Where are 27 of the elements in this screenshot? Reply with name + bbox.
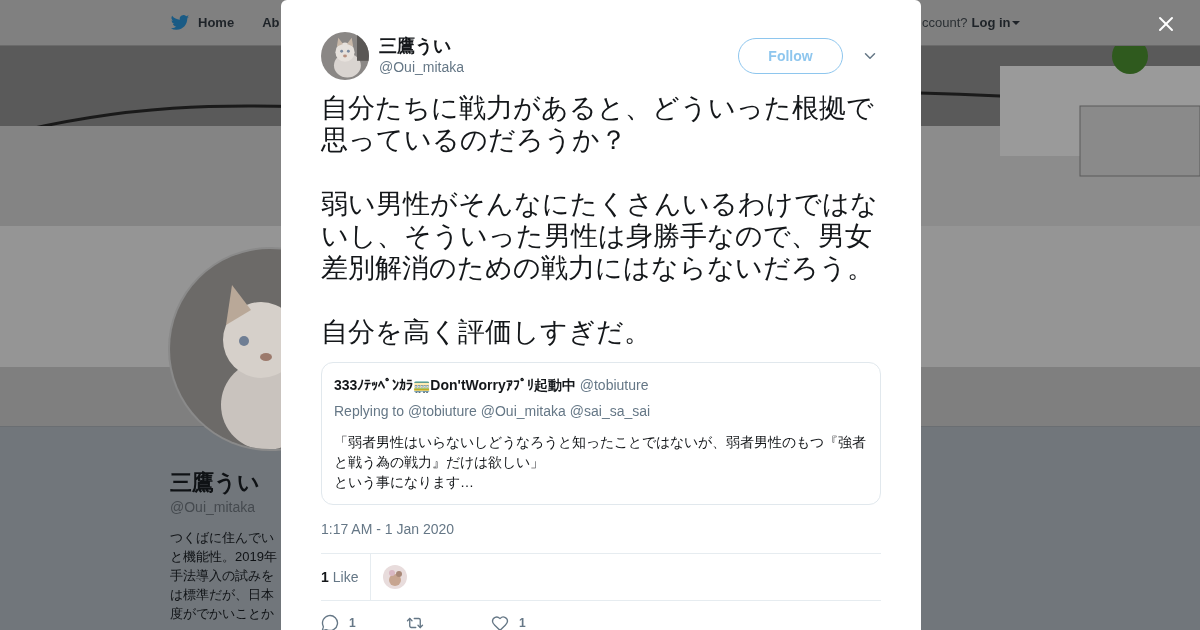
timestamp: 1:17 AM - 1 Jan 2020 (321, 520, 455, 539)
bio-line: 手法導入の試みを (170, 567, 274, 585)
bio-line: は標準だが、日本 (170, 586, 274, 604)
replying-label: Replying to (334, 402, 405, 421)
heart-icon[interactable] (491, 614, 509, 630)
bird-icon (170, 12, 190, 33)
caret-icon (1011, 20, 1020, 25)
mention-link[interactable]: @Oui_mitaka (480, 401, 566, 422)
quoted-author-name: 333ﾉﾃｯﾍﾟﾝｶﾗ🚃Don'tWorryｱﾌﾟﾘ起動中 (334, 376, 576, 395)
quoted-text: という事になります… (334, 473, 475, 492)
mention-link[interactable]: @sai_sa_sai (569, 401, 651, 422)
bio-line: と機能性。2019年 (170, 548, 277, 566)
action-count: 1 (519, 615, 526, 630)
bio-line: つくばに住んでい (170, 529, 274, 547)
quoted-text: 「弱者男性はいらないしどうなろうと知ったことではないが、弱者男性のもつ『強者と戦う為の戦力』だけは欲しい」 (334, 433, 867, 472)
quoted-author-handle: @tobiuture (579, 376, 649, 395)
like-label: Like (332, 567, 359, 587)
nav-link[interactable]: Home (170, 12, 235, 33)
action-count: 1 (349, 615, 356, 630)
nav-link[interactable]: Ab (262, 12, 280, 33)
profile-name: 三鷹うい (170, 469, 260, 497)
like-count: 1 (321, 567, 329, 587)
mention-link[interactable]: @tobiuture (408, 401, 477, 422)
bio-line: 度がでかいことか (170, 605, 274, 623)
login-link[interactable]: Log in (971, 12, 1020, 33)
reply-icon[interactable] (321, 614, 339, 630)
account-prompt: ccount? (922, 13, 968, 32)
